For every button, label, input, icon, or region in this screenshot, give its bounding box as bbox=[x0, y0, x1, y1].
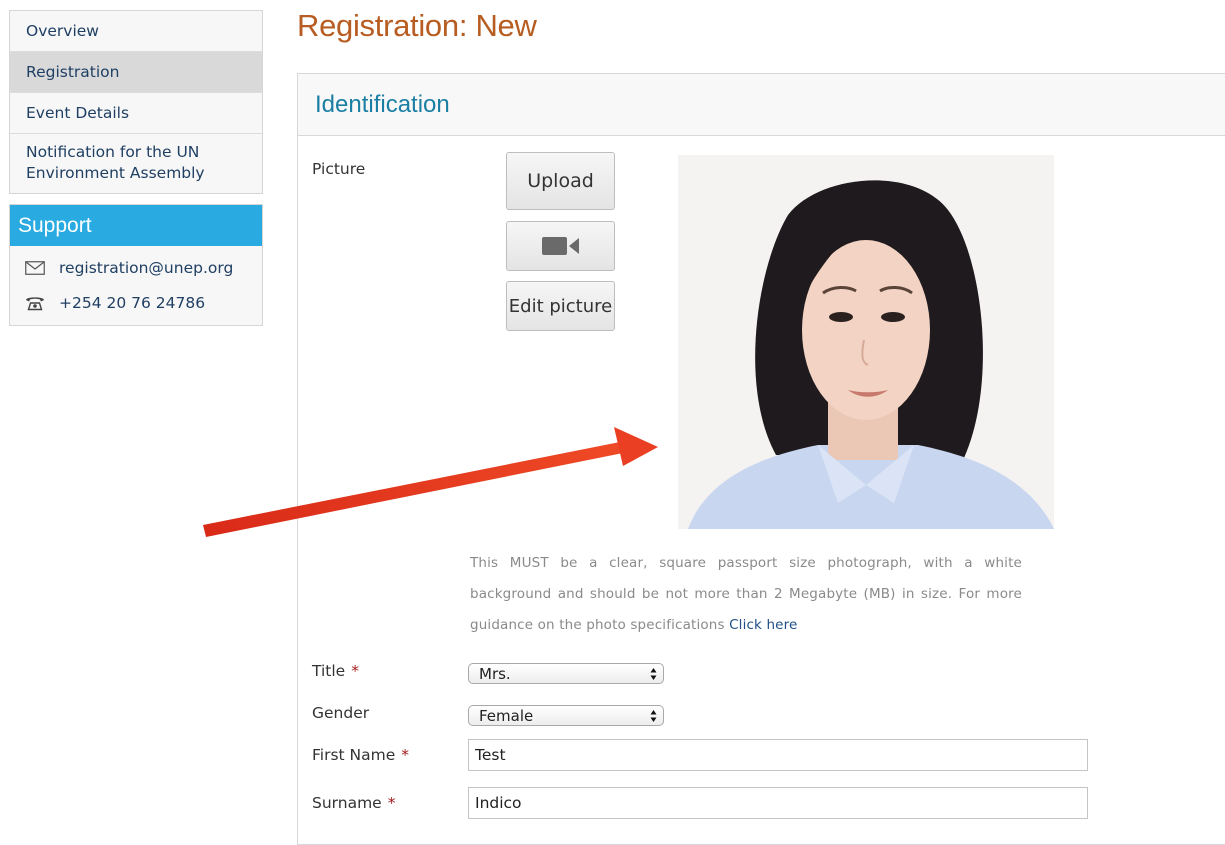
first-name-input[interactable] bbox=[468, 739, 1088, 771]
sidebar-nav: Overview Registration Event Details Noti… bbox=[9, 10, 263, 194]
required-marker: * bbox=[401, 746, 410, 764]
first-name-label-text: First Name bbox=[312, 746, 396, 764]
telephone-icon bbox=[26, 296, 44, 310]
sidebar-item-overview[interactable]: Overview bbox=[10, 11, 262, 52]
upload-button[interactable]: Upload bbox=[506, 152, 615, 210]
title-label: Title * bbox=[312, 662, 359, 680]
gender-label: Gender bbox=[312, 704, 370, 722]
support-phone-link[interactable]: +254 20 76 24786 bbox=[59, 294, 205, 312]
select-arrows-icon bbox=[650, 668, 657, 680]
photo-guidance-text: This MUST be a clear, square passport si… bbox=[470, 548, 1022, 641]
title-select-value: Mrs. bbox=[479, 664, 511, 683]
support-title: Support bbox=[10, 205, 262, 246]
support-email-link[interactable]: registration@unep.org bbox=[59, 259, 233, 277]
passport-photo bbox=[678, 155, 1054, 529]
support-box: Support registration@unep.org +254 20 76… bbox=[9, 204, 263, 326]
support-email-row: registration@unep.org bbox=[10, 250, 262, 285]
required-marker: * bbox=[387, 794, 396, 812]
video-camera-icon bbox=[541, 237, 579, 255]
surname-label-text: Surname bbox=[312, 794, 382, 812]
gender-select[interactable]: Female bbox=[468, 705, 664, 726]
first-name-label: First Name * bbox=[312, 746, 409, 764]
panel-header: Identification bbox=[298, 74, 1225, 136]
gender-select-value: Female bbox=[479, 706, 534, 725]
camera-button[interactable] bbox=[506, 221, 615, 271]
section-title: Identification bbox=[315, 90, 450, 118]
identification-panel: Identification Picture Upload Edit pictu… bbox=[297, 73, 1225, 845]
support-phone-row: +254 20 76 24786 bbox=[10, 285, 262, 320]
sidebar-item-registration[interactable]: Registration bbox=[10, 52, 262, 93]
edit-picture-button[interactable]: Edit picture bbox=[506, 281, 615, 331]
page-title: Registration: New bbox=[297, 8, 537, 43]
sidebar-item-notification[interactable]: Notification for the UN Environment Asse… bbox=[10, 134, 262, 193]
photo-guidance-link[interactable]: Click here bbox=[729, 617, 797, 633]
envelope-icon bbox=[25, 260, 45, 275]
picture-label: Picture bbox=[312, 160, 366, 178]
surname-label: Surname * bbox=[312, 794, 395, 812]
required-marker: * bbox=[351, 662, 359, 680]
title-select[interactable]: Mrs. bbox=[468, 663, 664, 684]
title-label-text: Title bbox=[312, 662, 346, 680]
sidebar-item-event-details[interactable]: Event Details bbox=[10, 93, 262, 134]
select-arrows-icon bbox=[650, 710, 657, 722]
surname-input[interactable] bbox=[468, 787, 1088, 819]
